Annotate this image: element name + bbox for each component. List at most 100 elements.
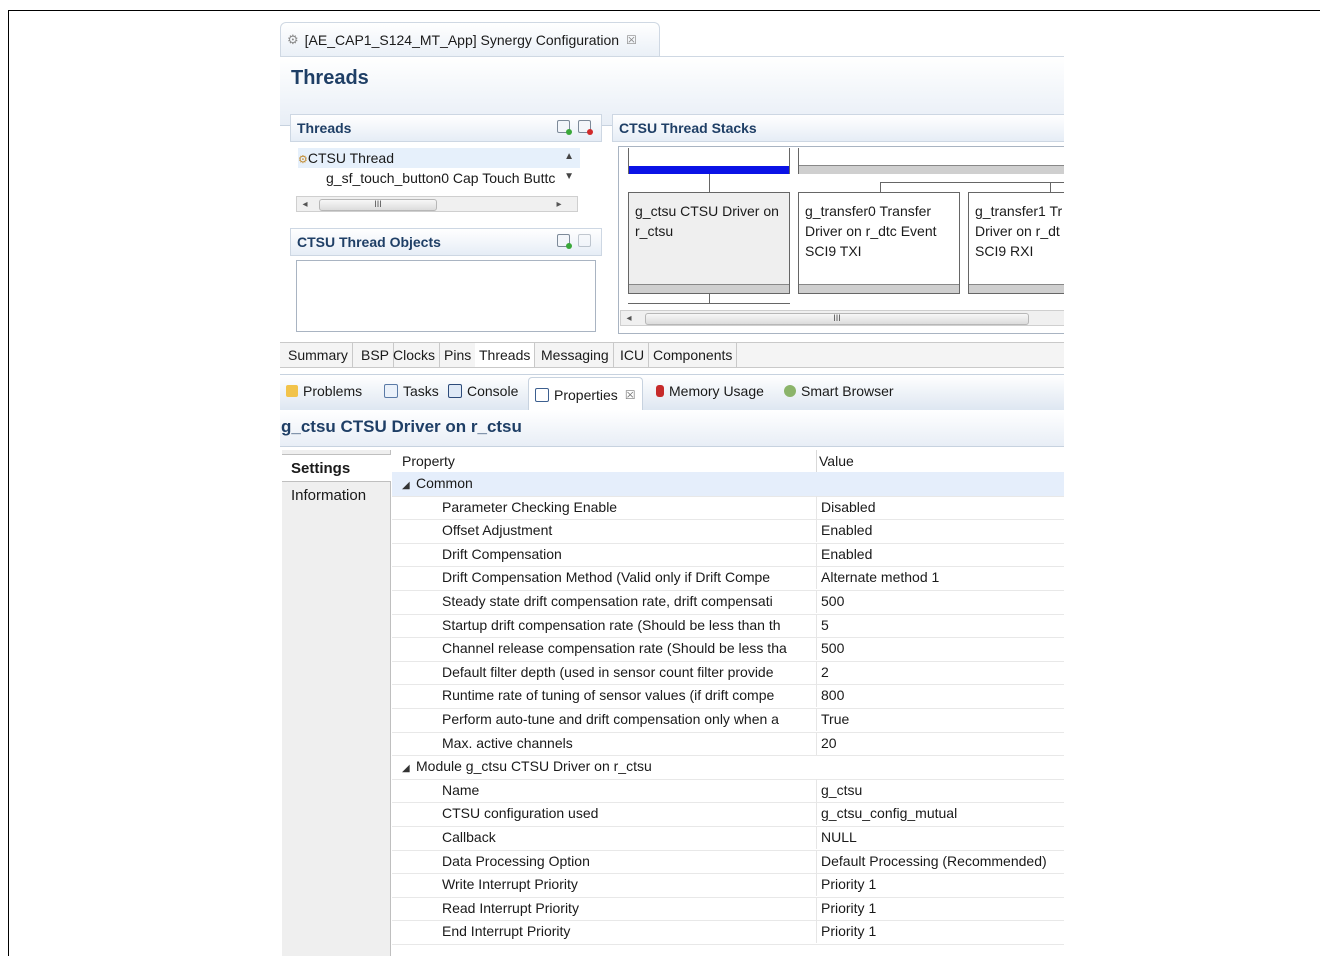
view-tabs: Problems Tasks Console Properties ☒ Memo… bbox=[280, 374, 1064, 411]
stacks-scroll-left-icon[interactable]: ◂ bbox=[621, 313, 637, 324]
remove-thread-icon[interactable] bbox=[578, 120, 593, 135]
connector-1 bbox=[709, 174, 710, 192]
side-tab-information[interactable]: Information bbox=[282, 482, 390, 510]
expand-collapse-icon[interactable]: ◢ bbox=[402, 757, 416, 780]
property-value[interactable]: g_ctsu bbox=[816, 778, 1064, 802]
property-name: Drift Compensation bbox=[442, 545, 562, 562]
table-row[interactable]: Name g_ctsu bbox=[392, 778, 1064, 804]
side-tab-settings[interactable]: Settings bbox=[282, 454, 391, 482]
property-value[interactable]: Alternate method 1 bbox=[816, 566, 1064, 590]
tab-components[interactable]: Components bbox=[649, 343, 738, 367]
property-value[interactable]: 500 bbox=[816, 590, 1064, 613]
tab-threads[interactable]: Threads bbox=[475, 343, 536, 367]
property-value[interactable]: Enabled bbox=[816, 519, 1064, 543]
table-row[interactable]: Parameter Checking Enable Disabled bbox=[392, 495, 1064, 521]
objects-section-title: CTSU Thread Objects bbox=[297, 234, 441, 250]
expand-collapse-icon[interactable]: ◢ bbox=[402, 474, 416, 497]
editor-page-tabs: Summary BSP Clocks Pins Threads Messagin… bbox=[280, 342, 1064, 368]
property-value[interactable]: Disabled bbox=[816, 495, 1064, 519]
property-name: Drift Compensation Method (Valid only if… bbox=[442, 569, 771, 586]
scroll-right-icon[interactable]: ▸ bbox=[551, 199, 567, 210]
tab-smart-browser[interactable]: Smart Browser bbox=[784, 383, 894, 399]
table-row[interactable]: End Interrupt Priority Priority 1 bbox=[392, 920, 1064, 945]
property-value[interactable]: 500 bbox=[816, 637, 1064, 661]
column-header-property[interactable]: Property bbox=[402, 450, 810, 473]
property-name: Read Interrupt Priority bbox=[442, 899, 579, 916]
editor-tab[interactable]: ⚙ [AE_CAP1_S124_MT_App] Synergy Configur… bbox=[280, 22, 660, 56]
table-row[interactable]: Data Processing Option Default Processing… bbox=[392, 849, 1064, 875]
table-row[interactable]: CTSU configuration used g_ctsu_config_mut… bbox=[392, 802, 1064, 827]
property-group-row[interactable]: ◢ Module g_ctsu CTSU Driver on r_ctsu bbox=[392, 755, 1064, 780]
tab-icu[interactable]: ICU bbox=[616, 343, 650, 367]
property-value[interactable]: 2 bbox=[816, 660, 1064, 684]
property-value[interactable]: Enabled bbox=[816, 542, 1064, 566]
column-header-value[interactable]: Value bbox=[816, 450, 1064, 473]
scroll-left-icon[interactable]: ◂ bbox=[297, 199, 313, 210]
tab-memory-usage[interactable]: Memory Usage bbox=[656, 383, 764, 399]
tab-clocks[interactable]: Clocks bbox=[389, 343, 441, 367]
property-value[interactable]: Priority 1 bbox=[816, 920, 1064, 944]
tab-tasks[interactable]: Tasks bbox=[384, 383, 439, 399]
close-properties-icon[interactable]: ☒ bbox=[625, 388, 636, 402]
tree-scroll-down-icon[interactable]: ▼ bbox=[564, 170, 574, 184]
threads-tree: ⚙CTSU Thread g_sf_touch_button0 Cap Touc… bbox=[296, 146, 596, 194]
property-value[interactable]: Priority 1 bbox=[816, 896, 1064, 920]
table-row[interactable]: Channel release compensation rate (Shoul… bbox=[392, 637, 1064, 662]
frame-border-left bbox=[8, 10, 9, 956]
table-row[interactable]: Default filter depth (used in sensor cou… bbox=[392, 660, 1064, 686]
tab-pins[interactable]: Pins bbox=[440, 343, 477, 367]
table-row[interactable]: Max. active channels 20 bbox=[392, 731, 1064, 757]
property-value[interactable]: g_ctsu_config_mutual bbox=[816, 802, 1064, 826]
problems-icon bbox=[286, 385, 298, 397]
threads-horizontal-scrollbar[interactable]: ◂ III ▸ bbox=[296, 196, 578, 212]
tree-item-touch-button[interactable]: g_sf_touch_button0 Cap Touch Buttc bbox=[326, 168, 576, 188]
property-name: ◢ Common bbox=[402, 472, 810, 497]
property-value[interactable]: True bbox=[816, 708, 1064, 731]
table-row[interactable]: Drift Compensation Enabled bbox=[392, 542, 1064, 568]
stacks-scroll-thumb[interactable]: III bbox=[645, 313, 1029, 325]
scroll-thumb[interactable]: III bbox=[319, 199, 437, 211]
table-row[interactable]: Write Interrupt Priority Priority 1 bbox=[392, 873, 1064, 898]
tab-messaging[interactable]: Messaging bbox=[537, 343, 614, 367]
property-value[interactable]: 800 bbox=[816, 684, 1064, 708]
table-row[interactable]: Read Interrupt Priority Priority 1 bbox=[392, 896, 1064, 922]
add-thread-icon[interactable] bbox=[557, 120, 572, 135]
property-value[interactable]: Priority 1 bbox=[816, 873, 1064, 897]
property-value[interactable]: 5 bbox=[816, 613, 1064, 637]
property-name: ◢ Module g_ctsu CTSU Driver on r_ctsu bbox=[402, 755, 810, 780]
add-object-icon[interactable] bbox=[557, 234, 572, 249]
property-group-row[interactable]: ◢ Common bbox=[392, 472, 1064, 497]
connector-2 bbox=[880, 182, 881, 192]
stacks-horizontal-scrollbar[interactable]: ◂ III bbox=[620, 310, 1064, 326]
property-name: Offset Adjustment bbox=[442, 522, 553, 539]
properties-title: g_ctsu CTSU Driver on r_ctsu bbox=[281, 417, 522, 436]
property-value[interactable]: NULL bbox=[816, 826, 1064, 849]
stack-top-frame bbox=[628, 148, 790, 174]
stack-card-g-transfer0[interactable]: g_transfer0 Transfer Driver on r_dtc Eve… bbox=[798, 192, 960, 294]
table-row[interactable]: Startup drift compensation rate (Should … bbox=[392, 613, 1064, 639]
property-value[interactable]: 20 bbox=[816, 731, 1064, 755]
property-name: Channel release compensation rate (Shoul… bbox=[442, 640, 787, 657]
tab-problems[interactable]: Problems bbox=[286, 383, 362, 399]
tree-scroll-up-icon[interactable]: ▲ bbox=[564, 150, 574, 164]
table-row[interactable]: Steady state drift compensation rate, dr… bbox=[392, 590, 1064, 615]
table-row[interactable]: Offset Adjustment Enabled bbox=[392, 519, 1064, 544]
stack-card-g-ctsu[interactable]: g_ctsu CTSU Driver on r_ctsu bbox=[628, 192, 790, 294]
tasks-icon bbox=[384, 384, 398, 398]
property-value[interactable]: Default Processing (Recommended) bbox=[816, 849, 1064, 873]
stack-card-g-transfer1[interactable]: g_transfer1 Tr Driver on r_dt SCI9 RXI bbox=[968, 192, 1064, 294]
table-row[interactable]: Runtime rate of tuning of sensor values … bbox=[392, 684, 1064, 709]
property-name: Write Interrupt Priority bbox=[442, 876, 578, 893]
close-icon[interactable]: ☒ bbox=[626, 33, 637, 47]
table-row[interactable]: Callback NULL bbox=[392, 826, 1064, 851]
property-name: Name bbox=[442, 781, 480, 798]
page-title: Threads bbox=[291, 67, 369, 89]
table-row[interactable]: Drift Compensation Method (Valid only if… bbox=[392, 566, 1064, 591]
selected-stack-bar bbox=[629, 166, 789, 174]
table-row[interactable]: Perform auto-tune and drift compensation… bbox=[392, 708, 1064, 733]
tab-summary[interactable]: Summary bbox=[284, 343, 353, 367]
tab-properties[interactable]: Properties ☒ bbox=[528, 377, 643, 411]
gear-icon: ⚙ bbox=[287, 31, 299, 47]
tab-console[interactable]: Console bbox=[448, 383, 518, 399]
tree-item-ctsu-thread[interactable]: ⚙CTSU Thread bbox=[298, 148, 580, 168]
